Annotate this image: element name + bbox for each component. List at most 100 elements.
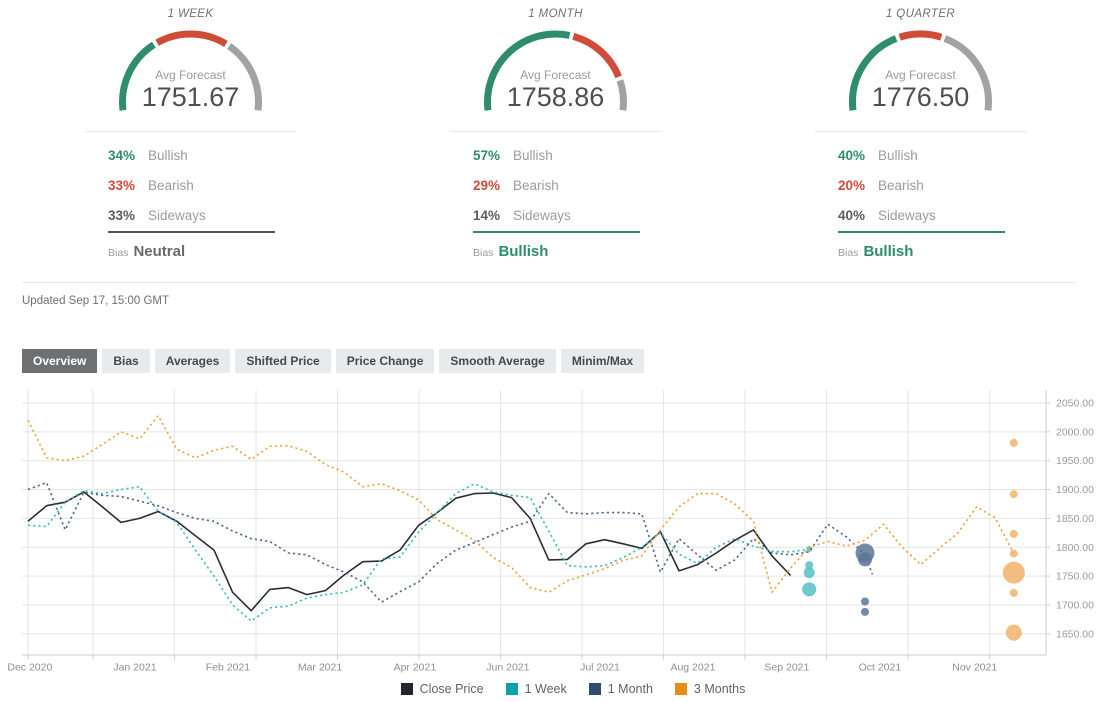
forecast-dot — [1010, 589, 1018, 597]
avg-forecast-value: 1751.67 — [85, 82, 296, 113]
avg-forecast-label: Avg Forecast — [815, 68, 1026, 82]
legend-item-1-month[interactable]: 1 Month — [589, 682, 653, 696]
bias-label: Bias — [473, 247, 493, 259]
svg-text:1650.00: 1650.00 — [1056, 628, 1094, 640]
series-1-week — [28, 484, 816, 621]
svg-text:2000.00: 2000.00 — [1056, 426, 1094, 438]
stat-row-bullish: 57% Bullish — [473, 140, 658, 170]
bearish-percent: 33% — [108, 178, 148, 193]
stat-row-bearish: 20% Bearish — [838, 170, 1023, 200]
svg-text:Jul 2021: Jul 2021 — [580, 662, 620, 674]
bearish-percent: 29% — [473, 178, 513, 193]
avg-forecast-value: 1776.50 — [815, 82, 1026, 113]
bearish-percent: 20% — [838, 178, 878, 193]
separator — [85, 131, 296, 132]
stat-row-sideways: 40% Sideways — [838, 200, 1023, 230]
bullish-percent: 57% — [473, 148, 513, 163]
bias-separator — [108, 231, 275, 233]
updated-timestamp: Updated Sep 17, 15:00 GMT — [22, 295, 169, 307]
sideways-label: Sideways — [148, 208, 206, 223]
svg-text:Dec 2020: Dec 2020 — [7, 662, 52, 674]
bearish-label: Bearish — [513, 178, 559, 193]
svg-text:1850.00: 1850.00 — [1056, 513, 1094, 525]
chart-gridlines — [22, 390, 1046, 655]
series-3-months — [28, 416, 1025, 641]
forecast-period-title: 1 QUARTER — [815, 8, 1026, 20]
separator — [815, 131, 1026, 132]
tab-smooth-average[interactable]: Smooth Average — [439, 349, 555, 373]
sideways-label: Sideways — [878, 208, 936, 223]
forecast-dot — [1010, 550, 1018, 558]
svg-text:Jan 2021: Jan 2021 — [113, 662, 156, 674]
one-month-swatch-icon — [589, 683, 601, 695]
avg-forecast-value: 1758.86 — [450, 82, 661, 113]
three-months-swatch-icon — [675, 683, 687, 695]
bias-label: Bias — [838, 247, 858, 259]
bias-row: Bias Bullish — [473, 243, 548, 260]
svg-text:1700.00: 1700.00 — [1056, 599, 1094, 611]
bias-value: Bullish — [863, 243, 913, 260]
forecast-chart-canvas: 2050.00 2000.00 1950.00 1900.00 1850.00 1800.… — [0, 380, 1098, 680]
one-week-swatch-icon — [506, 683, 518, 695]
tab-minim-max[interactable]: Minim/Max — [561, 349, 644, 373]
svg-text:1900.00: 1900.00 — [1056, 484, 1094, 496]
svg-text:Sep 2021: Sep 2021 — [764, 662, 809, 674]
forecast-poll-widget: 1 WEEK Avg Forecast 1751.67 34% Bullish … — [0, 0, 1098, 702]
tab-shifted-price[interactable]: Shifted Price — [235, 349, 330, 373]
legend-item-3-months[interactable]: 3 Months — [675, 682, 745, 696]
forecast-dot — [858, 552, 872, 566]
bullish-percent: 40% — [838, 148, 878, 163]
stat-row-bearish: 33% Bearish — [108, 170, 293, 200]
bias-row: Bias Bullish — [838, 243, 913, 260]
chart-axes — [22, 390, 1050, 660]
svg-text:Nov 2021: Nov 2021 — [952, 662, 997, 674]
x-axis-labels: Dec 2020 Jan 2021 Feb 2021 Mar 2021 Apr 2021… — [7, 662, 997, 674]
svg-text:2050.00: 2050.00 — [1056, 398, 1094, 410]
forecast-dot — [1010, 439, 1018, 447]
forecast-dot — [1010, 490, 1018, 498]
sideways-percent: 40% — [838, 208, 878, 223]
svg-text:1950.00: 1950.00 — [1056, 455, 1094, 467]
forecast-dot — [861, 597, 869, 605]
bearish-label: Bearish — [878, 178, 924, 193]
bias-separator — [473, 231, 640, 233]
svg-text:Mar 2021: Mar 2021 — [298, 662, 343, 674]
stat-row-sideways: 33% Sideways — [108, 200, 293, 230]
legend-item-1-week[interactable]: 1 Week — [506, 682, 567, 696]
tab-overview[interactable]: Overview — [22, 349, 97, 373]
forecast-column-1-week: 1 WEEK Avg Forecast 1751.67 34% Bullish … — [85, 0, 296, 270]
bullish-label: Bullish — [513, 148, 553, 163]
svg-text:Jun 2021: Jun 2021 — [486, 662, 529, 674]
stat-row-sideways: 14% Sideways — [473, 200, 658, 230]
forecast-column-1-month: 1 MONTH Avg Forecast 1758.86 57% Bullish… — [450, 0, 661, 270]
separator — [450, 131, 661, 132]
forecast-dot — [802, 582, 816, 596]
forecast-dot — [804, 567, 815, 578]
svg-text:Apr 2021: Apr 2021 — [394, 662, 437, 674]
tab-bias[interactable]: Bias — [102, 349, 149, 373]
forecast-dot — [1010, 530, 1018, 538]
forecast-period-title: 1 MONTH — [450, 8, 661, 20]
svg-text:1800.00: 1800.00 — [1056, 542, 1094, 554]
sideways-percent: 14% — [473, 208, 513, 223]
svg-text:1750.00: 1750.00 — [1056, 571, 1094, 583]
tab-averages[interactable]: Averages — [155, 349, 231, 373]
bias-value: Neutral — [133, 243, 185, 260]
svg-text:Oct 2021: Oct 2021 — [859, 662, 902, 674]
bullish-percent: 34% — [108, 148, 148, 163]
forecast-column-1-quarter: 1 QUARTER Avg Forecast 1776.50 40% Bulli… — [815, 0, 1026, 270]
bias-value: Bullish — [498, 243, 548, 260]
forecast-chart[interactable]: 2050.00 2000.00 1950.00 1900.00 1850.00 1800.… — [0, 380, 1098, 680]
avg-forecast-label: Avg Forecast — [85, 68, 296, 82]
forecast-dot — [1006, 625, 1022, 641]
bias-label: Bias — [108, 247, 128, 259]
section-divider — [22, 282, 1076, 283]
forecast-period-title: 1 WEEK — [85, 8, 296, 20]
bearish-label: Bearish — [148, 178, 194, 193]
stat-row-bullish: 40% Bullish — [838, 140, 1023, 170]
bias-row: Bias Neutral — [108, 243, 185, 260]
legend-item-close-price[interactable]: Close Price — [401, 682, 484, 696]
tab-price-change[interactable]: Price Change — [336, 349, 435, 373]
svg-text:Feb 2021: Feb 2021 — [206, 662, 251, 674]
sideways-label: Sideways — [513, 208, 571, 223]
